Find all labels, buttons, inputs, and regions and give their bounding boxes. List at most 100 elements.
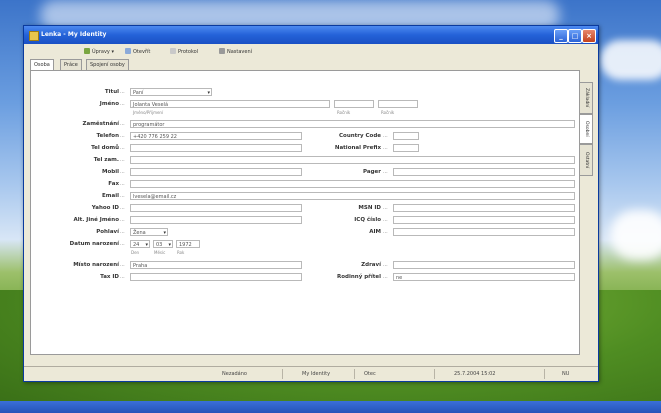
yahoo-id-field[interactable]	[130, 204, 302, 212]
background-cloud	[600, 40, 661, 80]
telefon-field[interactable]: +420 776 259 22	[130, 132, 302, 140]
fax-label: Fax	[108, 181, 119, 187]
jmeno-extra-field-2[interactable]	[378, 100, 418, 108]
taskbar	[0, 401, 661, 413]
dots: ...	[120, 133, 125, 139]
settings-button[interactable]: Nastavení	[219, 48, 252, 55]
birth-sub-label: Den	[131, 250, 140, 255]
msn-id-label: MSN ID	[358, 205, 381, 211]
jmeno-sub-label: Jméno/Příjmení	[133, 110, 164, 115]
dots: ...	[120, 101, 125, 107]
edit-icon	[84, 48, 90, 54]
status-divider	[354, 369, 355, 379]
birth-day-select[interactable]: 24	[130, 240, 150, 248]
window-title: Lenka - My Identity	[41, 31, 107, 38]
dots: ...	[383, 145, 388, 151]
status-divider	[544, 369, 545, 379]
mobil-label: Mobil	[102, 169, 119, 175]
jmeno-label: Jméno	[99, 101, 119, 107]
status-state: Nezadáno	[222, 371, 247, 377]
app-window: Lenka - My Identity _ □ × Úpravy ▾ Otevř…	[23, 25, 599, 382]
misto-narozeni-field[interactable]: Praha	[130, 261, 302, 269]
dots: ...	[120, 217, 125, 223]
dots: ...	[120, 181, 125, 187]
alt-jmeno-field[interactable]	[130, 216, 302, 224]
email-field[interactable]: lvesela@email.cz	[130, 192, 575, 200]
dots: ...	[383, 169, 388, 175]
dots: ...	[120, 229, 125, 235]
dots: ...	[120, 169, 125, 175]
dots: ...	[120, 193, 125, 199]
national-prefix-label: National Prefix	[334, 145, 381, 151]
pager-field[interactable]	[393, 168, 575, 176]
vtab-zakladni[interactable]: Základní	[580, 82, 593, 114]
zdravi-field[interactable]	[393, 261, 575, 269]
birth-year-field[interactable]: 1972	[176, 240, 200, 248]
edit-menu-button[interactable]: Úpravy ▾	[84, 48, 114, 55]
maximize-button[interactable]: □	[568, 29, 582, 43]
tab-prace[interactable]: Práce	[60, 59, 82, 70]
tel-zam-field[interactable]	[130, 156, 575, 164]
dots: ...	[120, 157, 125, 163]
dots: ...	[120, 145, 125, 151]
status-divider	[434, 369, 435, 379]
datum-narozeni-label: Datum narození	[69, 241, 119, 247]
jmeno-field[interactable]: Jolanta Veselá	[130, 100, 330, 108]
log-icon	[170, 48, 176, 54]
dots: ...	[383, 217, 388, 223]
title-bar[interactable]: Lenka - My Identity _ □ ×	[24, 26, 598, 44]
country-code-label: Country Code	[339, 133, 381, 139]
pohlavi-label: Pohlaví	[96, 229, 119, 235]
dots: ...	[383, 205, 388, 211]
jmeno-sub-label: Ročník	[381, 110, 395, 115]
fax-field[interactable]	[130, 180, 575, 188]
dots: ...	[383, 262, 388, 268]
zdravi-label: Zdraví	[361, 262, 381, 268]
email-label: Email	[102, 193, 119, 199]
gear-icon	[219, 48, 225, 54]
open-button[interactable]: Otevřít	[125, 48, 150, 55]
status-bar: Nezadáno My Identity Otec 25.7.2004 15:0…	[24, 366, 598, 381]
vtab-osobni[interactable]: Osobní	[580, 114, 593, 144]
jmeno-sub-label: Ročník	[337, 110, 351, 115]
rodinny-label: Rodinný přítel	[337, 274, 381, 280]
tel-domu-label: Tel domů	[91, 145, 119, 151]
close-button[interactable]: ×	[582, 29, 596, 43]
aim-field[interactable]	[393, 228, 575, 236]
zamestnani-field[interactable]: programátor	[130, 120, 575, 128]
status-timestamp: 25.7.2004 15:02	[454, 371, 496, 377]
log-button[interactable]: Protokol	[170, 48, 198, 55]
titul-select[interactable]: Paní	[130, 88, 212, 96]
dots: ...	[120, 205, 125, 211]
msn-id-field[interactable]	[393, 204, 575, 212]
dots: ...	[120, 274, 125, 280]
status-mode: NU	[562, 371, 570, 377]
country-code-field[interactable]	[393, 132, 419, 140]
tax-id-label: Tax ID	[100, 274, 119, 280]
titul-label: Titul	[104, 89, 119, 95]
tab-spojeni[interactable]: Spojení osoby	[86, 59, 129, 70]
jmeno-extra-field[interactable]	[334, 100, 374, 108]
icq-field[interactable]	[393, 216, 575, 224]
dots: ...	[120, 121, 125, 127]
national-prefix-field[interactable]	[393, 144, 419, 152]
misto-narozeni-label: Místo narození	[73, 262, 119, 268]
birth-sub-label: Měsíc	[154, 250, 166, 255]
dots: ...	[120, 241, 125, 247]
tax-id-field[interactable]	[130, 273, 302, 281]
icq-label: ICQ číslo	[354, 217, 381, 223]
zamestnani-label: Zaměstnání	[82, 121, 120, 127]
rodinny-field[interactable]: ne	[393, 273, 575, 281]
dots: ...	[120, 89, 125, 95]
tel-domu-field[interactable]	[130, 144, 302, 152]
toolbar: Úpravy ▾ Otevřít Protokol Nastavení	[24, 44, 598, 58]
telefon-label: Telefon	[96, 133, 119, 139]
minimize-button[interactable]: _	[554, 29, 568, 43]
birth-sub-label: Rok	[177, 250, 185, 255]
vtab-ostatni[interactable]: Ostatní	[580, 144, 593, 176]
dots: ...	[383, 229, 388, 235]
birth-month-select[interactable]: 03	[153, 240, 173, 248]
pohlavi-select[interactable]: Žena	[130, 228, 168, 236]
form-panel: Titul ... Paní Jméno ... Jolanta Veselá …	[30, 70, 580, 355]
mobil-field[interactable]	[130, 168, 302, 176]
